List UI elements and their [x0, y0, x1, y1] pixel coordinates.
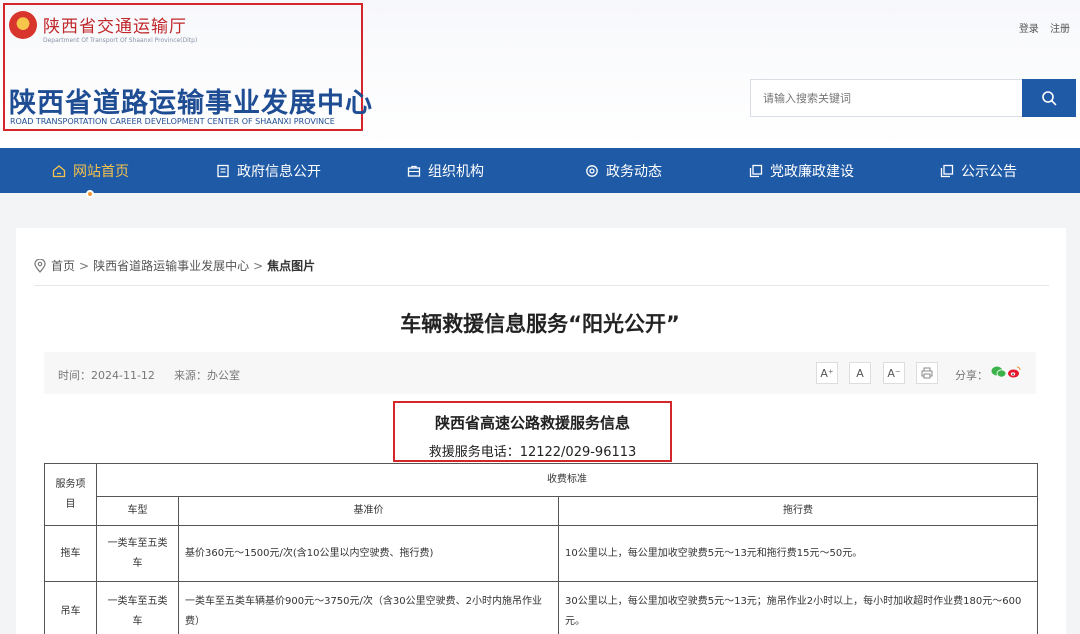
account-links: 登录 注册 — [1011, 20, 1070, 35]
article-meta-bar: 时间：2024-11-12 来源：办公室 A⁺ A A⁻ 分享： — [44, 352, 1036, 394]
search-bar — [750, 79, 1076, 117]
center-name: 陕西省道路运输事业发展中心 — [9, 88, 373, 119]
font-size-increase-button[interactable]: A⁺ — [816, 362, 838, 384]
table-header-row: 服务项目 收费标准 — [44, 463, 1039, 526]
nav-item-label: 公示公告 — [961, 163, 1017, 180]
breadcrumb-current[interactable]: 焦点图片 — [267, 257, 315, 274]
font-size-decrease-button[interactable]: A⁻ — [883, 362, 905, 384]
search-button[interactable] — [1022, 79, 1076, 117]
nav-item-label: 党政廉政建设 — [770, 163, 854, 180]
main-nav: 网站首页 政府信息公开 组织机构 政务动态 党政廉政建设 公示公告 — [0, 148, 1080, 193]
nav-item-label: 政府信息公开 — [237, 163, 321, 180]
site-header: 陕西省交通运输厅 Department Of Transport Of Shaa… — [0, 0, 1080, 148]
table-header-cell: 服务项目 — [44, 463, 97, 526]
login-link[interactable]: 登录 — [1019, 24, 1039, 35]
breadcrumb-center[interactable]: 陕西省道路运输事业发展中心 — [93, 257, 249, 274]
breadcrumb-separator: > — [79, 258, 90, 273]
department-name: 陕西省交通运输厅 — [43, 17, 187, 37]
nav-item-gov-info[interactable]: 政府信息公开 — [216, 148, 321, 193]
table-cell-service: 拖车 — [44, 525, 97, 582]
active-nav-indicator — [86, 190, 94, 198]
print-button[interactable] — [916, 362, 938, 384]
nav-item-news[interactable]: 政务动态 — [585, 148, 662, 193]
briefcase-icon — [407, 165, 421, 177]
nav-item-party-building[interactable]: 党政廉政建设 — [749, 148, 854, 193]
breadcrumb-divider — [34, 285, 1049, 286]
fee-table: 服务项目 收费标准 车型 基准价 拖行费 拖车 一类车至五类车 基价360元～1… — [44, 463, 1039, 634]
document-icon — [217, 164, 229, 177]
table-row: 拖车 一类车至五类车 基价360元～1500元/次(含10公里以内空驶费、拖行费… — [44, 525, 1039, 582]
nav-item-home[interactable]: 网站首页 — [52, 148, 129, 193]
print-icon — [921, 367, 933, 379]
home-icon — [52, 164, 66, 177]
publish-time: 时间：2024-11-12 — [58, 369, 155, 382]
center-english-name: ROAD TRANSPORTATION CAREER DEVELOPMENT C… — [10, 117, 335, 126]
table-header-cell: 收费标准 — [95, 463, 1039, 497]
article-title: 车辆救援信息服务“阳光公开” — [400, 312, 680, 336]
register-link[interactable]: 注册 — [1050, 24, 1070, 35]
breadcrumb-home[interactable]: 首页 — [51, 257, 75, 274]
nav-item-label: 组织机构 — [428, 163, 484, 180]
wechat-share-icon[interactable] — [991, 365, 1007, 379]
nav-item-label: 网站首页 — [73, 163, 129, 180]
breadcrumb-separator: > — [253, 258, 264, 273]
copy-icon — [940, 164, 954, 177]
table-cell-tow: 10公里以上，每公里加收空驶费5元～13元和拖行费15元～50元。 — [557, 525, 1039, 582]
article-source: 来源：办公室 — [174, 369, 240, 382]
copy-icon — [749, 164, 763, 177]
table-header-cell: 拖行费 — [557, 496, 1039, 526]
table-header-cell: 车型 — [96, 496, 179, 526]
share-label: 分享： — [955, 369, 988, 382]
table-cell-tow: 30公里以上，每公里加收空驶费5元～13元；施吊作业2小时以上，每小时加收超时作… — [557, 581, 1039, 634]
rescue-info-box: 陕西省高速公路救援服务信息 救援服务电话：12122/029-96113 — [393, 401, 672, 462]
table-cell-base: 一类车至五类车辆基价900元～3750元/次（含30公里空驶费、2小时内施吊作业… — [178, 581, 559, 634]
table-cell-service: 吊车 — [44, 581, 97, 634]
breadcrumb: 首页 > 陕西省道路运输事业发展中心 > 焦点图片 — [34, 257, 315, 274]
table-cell-base: 基价360元～1500元/次(含10公里以内空驶费、拖行费) — [178, 525, 559, 582]
table-cell-vehicle: 一类车至五类车 — [96, 525, 179, 582]
nav-item-organization[interactable]: 组织机构 — [407, 148, 484, 193]
nav-item-label: 政务动态 — [606, 163, 662, 180]
department-english-name: Department Of Transport Of Shaanxi Provi… — [43, 37, 198, 44]
site-logo[interactable]: 陕西省交通运输厅 Department Of Transport Of Shaa… — [3, 3, 372, 131]
gear-icon — [586, 164, 598, 177]
table-header-cell: 基准价 — [178, 496, 559, 526]
weibo-share-icon[interactable] — [1007, 365, 1021, 379]
search-input[interactable] — [750, 79, 1022, 117]
table-row: 吊车 一类车至五类车 一类车至五类车辆基价900元～3750元/次（含30公里空… — [44, 581, 1039, 634]
search-icon — [1042, 91, 1057, 106]
table-cell-vehicle: 一类车至五类车 — [96, 581, 179, 634]
location-pin-icon — [34, 258, 46, 273]
table-header-row: 车型 基准价 拖行费 — [45, 496, 1039, 526]
font-size-normal-button[interactable]: A — [849, 362, 871, 384]
rescue-phone: 救援服务电话：12122/029-96113 — [428, 445, 637, 460]
national-emblem-icon — [9, 11, 37, 39]
rescue-info-title: 陕西省高速公路救援服务信息 — [434, 414, 630, 432]
nav-item-announcements[interactable]: 公示公告 — [940, 148, 1017, 193]
